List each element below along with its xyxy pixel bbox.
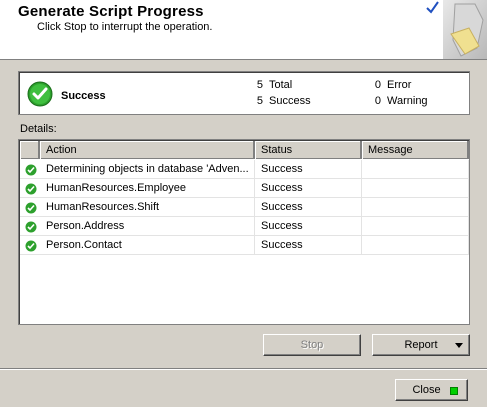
success-check-icon: [25, 202, 37, 214]
cell-message: [362, 236, 469, 255]
column-header-icon[interactable]: [20, 141, 40, 159]
error-count: 0: [374, 79, 381, 91]
table-row[interactable]: Determining objects in database 'Adven..…: [20, 160, 469, 179]
success-check-icon: [25, 164, 37, 176]
total-label: Total: [269, 79, 293, 91]
error-label: Error: [387, 79, 412, 91]
close-button-label: Close: [412, 384, 441, 396]
report-button-label: Report: [404, 339, 438, 351]
report-button[interactable]: Report: [372, 334, 470, 356]
column-header-status[interactable]: Status: [255, 141, 362, 159]
cell-action: HumanResources.Shift: [40, 198, 255, 217]
cell-status: Success: [255, 179, 362, 198]
table-row[interactable]: Person.Address Success: [20, 217, 469, 236]
cell-status: Success: [255, 217, 362, 236]
details-grid[interactable]: Action Status Message Determining object…: [18, 139, 470, 325]
table-row[interactable]: HumanResources.Employee Success: [20, 179, 469, 198]
column-header-action[interactable]: Action: [40, 141, 255, 159]
dialog-header: Generate Script Progress Click Stop to i…: [0, 0, 487, 60]
cell-message: [362, 198, 469, 217]
dialog-subtitle: Click Stop to interrupt the operation.: [37, 21, 213, 33]
status-summary-label: Success: [61, 90, 106, 102]
status-indicator-icon: [450, 387, 458, 395]
cell-action: Person.Contact: [40, 236, 255, 255]
success-check-icon: [27, 81, 53, 107]
details-label: Details:: [20, 123, 57, 135]
success-check-icon: [25, 183, 37, 195]
dialog-title: Generate Script Progress: [18, 3, 204, 20]
cell-action: Determining objects in database 'Adven..…: [40, 160, 255, 179]
column-header-message[interactable]: Message: [362, 141, 469, 159]
cell-action: Person.Address: [40, 217, 255, 236]
cell-action: HumanResources.Employee: [40, 179, 255, 198]
cell-message: [362, 217, 469, 236]
total-count: 5: [256, 79, 263, 91]
dialog-footer: Close: [0, 368, 487, 407]
chevron-down-icon[interactable]: [455, 343, 463, 348]
cell-status: Success: [255, 236, 362, 255]
table-row[interactable]: HumanResources.Shift Success: [20, 198, 469, 217]
grid-header: Action Status Message: [20, 141, 469, 159]
cell-message: [362, 179, 469, 198]
stop-button[interactable]: Stop: [263, 334, 361, 356]
close-button[interactable]: Close: [395, 379, 468, 401]
table-row[interactable]: Person.Contact Success: [20, 236, 469, 255]
cell-message: [362, 160, 469, 179]
summary-panel: Success 5 Total 5 Success 0 Error 0 Warn…: [18, 71, 470, 115]
success-check-icon: [25, 221, 37, 233]
warning-label: Warning: [387, 95, 428, 107]
success-check-icon: [25, 240, 37, 252]
cell-status: Success: [255, 160, 362, 179]
success-count: 5: [256, 95, 263, 107]
cell-status: Success: [255, 198, 362, 217]
warning-count: 0: [374, 95, 381, 107]
success-label: Success: [269, 95, 311, 107]
script-graphic-icon: [426, 0, 487, 59]
